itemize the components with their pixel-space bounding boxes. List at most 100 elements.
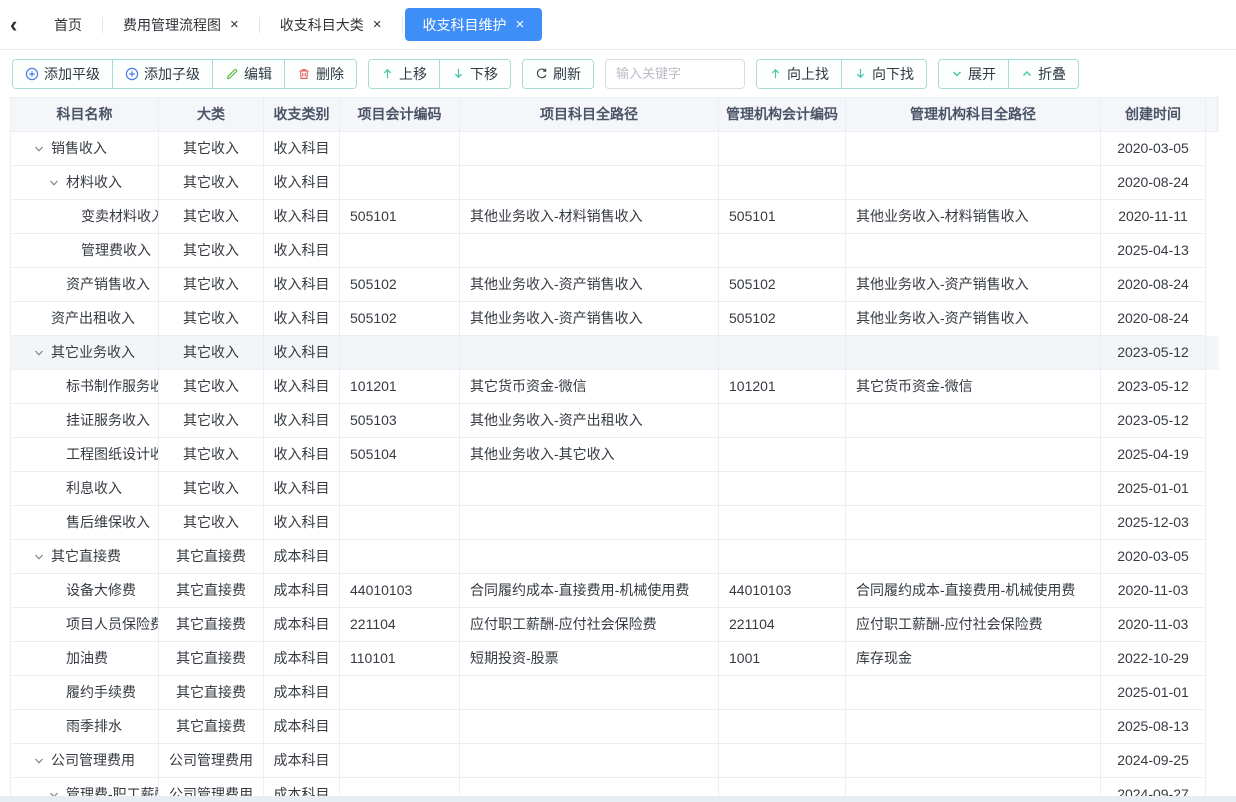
cell-io_type: 收入科目 [264,132,340,166]
cell-org_code [719,234,846,268]
tree-indent [21,250,63,251]
cell-proj_code [340,676,460,710]
header-filler [1206,98,1218,132]
cell-proj_path [460,540,719,574]
subject-name: 变卖材料收入 [81,200,158,233]
column-header-io_type: 收支类别 [264,98,340,132]
cell-io_type: 收入科目 [264,166,340,200]
table-row[interactable]: 项目人员保险费其它直接费成本科目221104应付职工薪酬-应付社会保险费2211… [11,608,1219,642]
table-row[interactable]: 资产销售收入其它收入收入科目505102其他业务收入-资产销售收入505102其… [11,268,1219,302]
cell-org_path [846,132,1101,166]
cell-org_path [846,438,1101,472]
cell-name: 管理费收入 [11,234,159,268]
cell-io_type: 成本科目 [264,540,340,574]
cell-io_type: 收入科目 [264,234,340,268]
cell-org_path: 应付职工薪酬-应付社会保险费 [846,608,1101,642]
cell-io_type: 收入科目 [264,370,340,404]
cell-io_type: 成本科目 [264,676,340,710]
subject-name: 履约手续费 [66,676,136,709]
table-row[interactable]: 销售收入其它收入收入科目2020-03-05 [11,132,1219,166]
tab-close-icon[interactable]: × [230,17,239,32]
expand-chevron-icon[interactable] [33,755,51,767]
button-label: 向上找 [787,64,829,84]
tab-subject-category[interactable]: 收支科目大类× [262,8,400,41]
move-down-button[interactable]: 下移 [440,60,510,88]
tree-indent [21,454,48,455]
table-row[interactable]: 设备大修费其它直接费成本科目44010103合同履约成本-直接费用-机械使用费4… [11,574,1219,608]
cell-io_type: 收入科目 [264,472,340,506]
toolbar: 添加平级 添加子级编辑删除 上移下移刷新 向上找 向下找 展开折叠 [0,50,1236,97]
tab-expense-flow[interactable]: 费用管理流程图× [105,8,257,41]
button-label: 添加子级 [144,64,200,84]
tree-indent [21,386,48,387]
tree-indent [21,726,48,727]
find-down-button[interactable]: 向下找 [842,60,926,88]
expand-chevron-icon[interactable] [48,177,66,189]
table-row[interactable]: 材料收入其它收入收入科目2020-08-24 [11,166,1219,200]
cell-org_code [719,336,846,370]
cell-category: 其它收入 [159,132,264,166]
add-sibling-button[interactable]: 添加平级 [13,60,113,88]
table-header: 科目名称大类收支类别项目会计编码项目科目全路径管理机构会计编码管理机构科目全路径… [11,98,1219,132]
table-row[interactable]: 工程图纸设计收入其它收入收入科目505104其他业务收入-其它收入2025-04… [11,438,1219,472]
expand-chevron-icon[interactable] [33,347,51,359]
expand-chevron-icon[interactable] [33,551,51,563]
cell-io_type: 收入科目 [264,302,340,336]
cell-category: 其它直接费 [159,642,264,676]
cell-io_type: 收入科目 [264,268,340,302]
toolbar-button-group: 刷新 [522,59,594,89]
table-row[interactable]: 变卖材料收入其它收入收入科目505101其他业务收入-材料销售收入505101其… [11,200,1219,234]
table-row[interactable]: 挂证服务收入其它收入收入科目505103其他业务收入-资产出租收入2023-05… [11,404,1219,438]
move-up-button[interactable]: 上移 [369,60,440,88]
button-label: 向下找 [872,64,914,84]
subject-name: 设备大修费 [66,574,136,607]
toolbar-button-group: 向上找 向下找 [756,59,927,89]
table-row[interactable]: 其它业务收入其它收入收入科目2023-05-12 [11,336,1219,370]
expand-all-button[interactable]: 展开 [939,60,1009,88]
tree-indent [21,794,48,795]
table-row[interactable]: 管理费收入其它收入收入科目2025-04-13 [11,234,1219,268]
expand-chevron-icon[interactable] [33,143,51,155]
delete-button[interactable]: 删除 [285,60,356,88]
find-up-button[interactable]: 向上找 [757,60,842,88]
cell-org_path [846,336,1101,370]
pencil-icon [225,67,239,81]
cell-proj_path [460,506,719,540]
column-header-proj_path: 项目科目全路径 [460,98,719,132]
refresh-icon [535,67,548,80]
column-header-name: 科目名称 [11,98,159,132]
table-row[interactable]: 公司管理费用公司管理费用成本科目2024-09-25 [11,744,1219,778]
table-row[interactable]: 雨季排水其它直接费成本科目2025-08-13 [11,710,1219,744]
add-child-button[interactable]: 添加子级 [113,60,213,88]
table-body: 销售收入其它收入收入科目2020-03-05材料收入其它收入收入科目2020-0… [11,132,1219,802]
tab-close-icon[interactable]: × [516,17,525,32]
table-row[interactable]: 其它直接费其它直接费成本科目2020-03-05 [11,540,1219,574]
cell-proj_code: 505104 [340,438,460,472]
cell-org_code: 505102 [719,268,846,302]
horizontal-scrollbar[interactable] [0,796,1236,802]
table-row[interactable]: 售后维保收入其它收入收入科目2025-12-03 [11,506,1219,540]
tab-close-icon[interactable]: × [373,17,382,32]
edit-button[interactable]: 编辑 [213,60,285,88]
button-label: 上移 [399,64,427,84]
back-icon[interactable]: ‹ [10,14,36,36]
subject-name: 雨季排水 [66,710,122,743]
table-row[interactable]: 资产出租收入其它收入收入科目505102其他业务收入-资产销售收入505102其… [11,302,1219,336]
cell-org_path [846,710,1101,744]
keyword-input[interactable] [605,59,745,89]
tab-subject-maintenance[interactable]: 收支科目维护× [405,8,543,41]
refresh-button[interactable]: 刷新 [523,60,593,88]
table-row[interactable]: 标书制作服务收入其它收入收入科目101201其它货币资金-微信101201其它货… [11,370,1219,404]
table-row[interactable]: 利息收入其它收入收入科目2025-01-01 [11,472,1219,506]
cell-created: 2020-08-24 [1101,302,1206,336]
tab-bar-tabs: 首页费用管理流程图×收支科目大类×收支科目维护× [36,8,542,41]
table-row[interactable]: 加油费其它直接费成本科目110101短期投资-股票1001库存现金2022-10… [11,642,1219,676]
cell-proj_code [340,472,460,506]
table-row[interactable]: 履约手续费其它直接费成本科目2025-01-01 [11,676,1219,710]
cell-created: 2020-11-03 [1101,608,1206,642]
cell-created: 2025-01-01 [1101,472,1206,506]
tab-home[interactable]: 首页 [36,8,100,41]
subject-name: 其它业务收入 [51,336,135,369]
cell-name: 资产销售收入 [11,268,159,302]
collapse-all-button[interactable]: 折叠 [1009,60,1078,88]
